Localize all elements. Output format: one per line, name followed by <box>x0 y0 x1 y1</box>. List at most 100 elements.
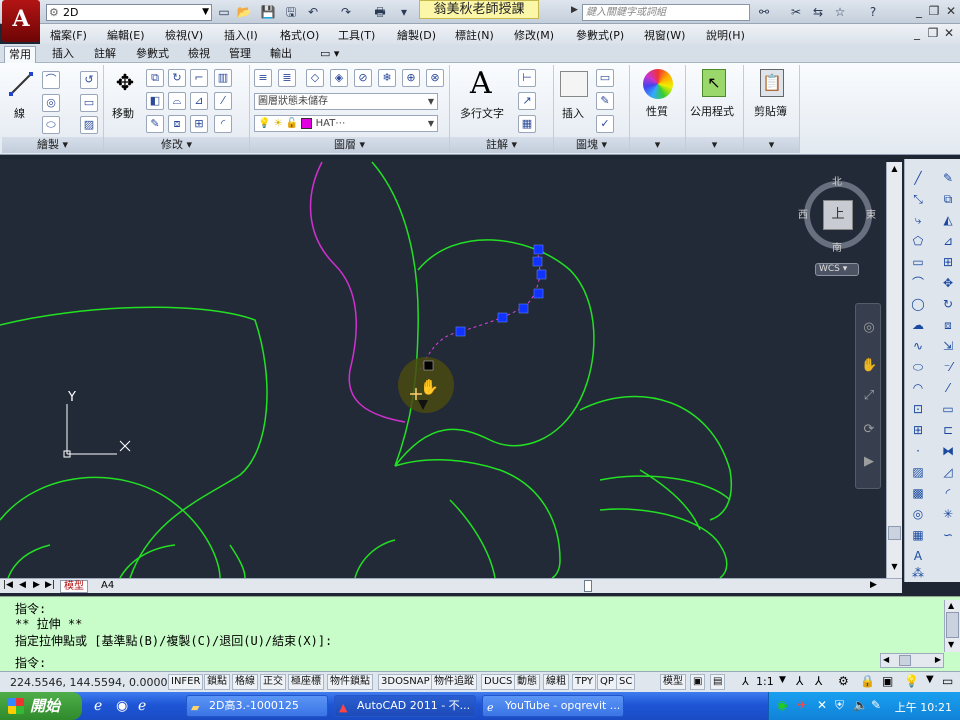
first-layout-arrow-icon[interactable]: |◀ <box>3 580 13 590</box>
command-vscroll-thumb[interactable] <box>946 612 959 638</box>
tab-options-icon[interactable]: ▭ ▾ <box>316 46 343 63</box>
viewcube[interactable]: 上 北 南 西 東 <box>798 173 876 254</box>
clipboard-label[interactable]: 剪貼簿 <box>754 103 787 119</box>
tab-home[interactable]: 常用 <box>4 46 36 63</box>
line-label[interactable]: 線 <box>14 105 25 121</box>
attribute-icon[interactable]: ✓ <box>596 115 614 133</box>
drawing-geometry[interactable]: ✋ Y <box>0 159 886 578</box>
utilities-label[interactable]: 公用程式 <box>690 103 734 119</box>
redo-icon[interactable]: ↷ <box>338 4 354 20</box>
last-layout-arrow-icon[interactable]: ▶| <box>45 580 55 590</box>
ie-icon[interactable]: ℯ <box>94 698 102 714</box>
tab-manage[interactable]: 管理 <box>225 46 255 63</box>
toggle-tpy[interactable]: TPY <box>572 674 597 690</box>
insert-block-icon[interactable]: ⊡ <box>909 400 927 418</box>
chrome-icon[interactable]: ◉ <box>116 698 128 714</box>
annotation-panel-title[interactable]: 註解 ▾ <box>450 137 553 153</box>
create-block-icon[interactable]: ▭ <box>596 69 614 87</box>
next-layout-arrow-icon[interactable]: ▶ <box>33 580 40 590</box>
tray-icon-network[interactable]: ✕ <box>817 698 827 712</box>
make-block-icon[interactable]: ⊞ <box>909 421 927 439</box>
scroll-down-arrow-icon[interactable]: ▼ <box>948 640 954 649</box>
layer-properties-icon[interactable]: ≡ <box>254 69 272 87</box>
zoom-extents-icon[interactable]: ⤢ <box>861 388 877 404</box>
drawing-canvas[interactable]: ✋ Y 上 北 南 西 東 WCS ▾ ◎ ✋ ⤢ ⟳ ▶ <box>0 159 886 578</box>
layer-states-icon[interactable]: ≣ <box>278 69 296 87</box>
compass-south[interactable]: 南 <box>832 239 842 254</box>
insert-block-icon[interactable] <box>560 71 588 97</box>
layer-state-select[interactable]: 圖層狀態未儲存 ▼ <box>254 93 438 110</box>
command-vscroll[interactable]: ▲ ▼ <box>944 600 960 652</box>
edit-block-icon[interactable]: ✎ <box>596 92 614 110</box>
stretch-icon[interactable]: ⇲ <box>939 337 957 355</box>
region-icon[interactable]: ◎ <box>909 505 927 523</box>
autocad-logo[interactable]: A <box>2 0 40 42</box>
status-menu-arrow-icon[interactable]: ▼ <box>926 674 934 685</box>
scroll-thumb[interactable] <box>888 526 901 540</box>
lock-icon[interactable]: 🔒 <box>860 674 875 688</box>
tab-model[interactable]: 模型 <box>60 580 88 593</box>
annotation-scale-value[interactable]: 1:1 <box>756 675 774 688</box>
move-icon[interactable]: ✥ <box>112 71 138 97</box>
qa-dropdown-icon[interactable]: ▾ <box>396 4 412 20</box>
grip-point[interactable] <box>533 244 544 255</box>
draw-panel-title[interactable]: 繪製 ▾ <box>2 137 103 153</box>
menu-draw[interactable]: 繪製(D) <box>397 27 436 43</box>
tab-layout-a4[interactable]: A4 <box>98 580 117 593</box>
tray-icon-security[interactable]: ⛨ <box>835 698 844 713</box>
new-file-icon[interactable]: ▭ <box>216 4 232 20</box>
viewcube-top-face[interactable]: 上 <box>823 200 853 230</box>
scale-icon[interactable]: ⧈ <box>939 316 957 334</box>
table-icon[interactable]: ▦ <box>909 526 927 544</box>
annotation-scale-icon[interactable]: ⅄ <box>742 675 749 688</box>
copy-icon[interactable]: ⧉ <box>939 190 957 208</box>
stretch-icon[interactable]: ⊿ <box>190 92 208 110</box>
taskbar-item-folder[interactable]: ▰ 2D高3.-1000125 <box>186 695 328 717</box>
clean-screen-icon[interactable]: ▭ <box>942 674 953 688</box>
expand-arrow-icon[interactable]: ▶ <box>571 5 578 15</box>
hardware-accel-icon[interactable]: ▣ <box>882 674 893 688</box>
table-icon[interactable]: ▦ <box>518 115 536 133</box>
menu-window[interactable]: 視窗(W) <box>644 27 685 43</box>
revcloud-icon[interactable]: ☁ <box>909 316 927 334</box>
tab-view[interactable]: 檢視 <box>184 46 214 63</box>
layer-unisolate-icon[interactable]: ◈ <box>330 69 348 87</box>
move-icon[interactable]: ✥ <box>939 274 957 292</box>
layer-match-icon[interactable]: ⊗ <box>426 69 444 87</box>
steering-wheel-icon[interactable]: ◎ <box>861 320 877 336</box>
workspace-select[interactable]: ⚙ 2D ▼ <box>46 4 212 21</box>
rectangle-icon[interactable]: ▭ <box>80 94 98 112</box>
scale-icon[interactable]: ✎ <box>146 115 164 133</box>
vertical-scrollbar[interactable]: ▲ ▼ <box>886 162 902 578</box>
menu-format[interactable]: 格式(O) <box>280 27 319 43</box>
doc-close-button[interactable]: ✕ <box>938 25 960 41</box>
hatch-icon[interactable]: ▨ <box>80 116 98 134</box>
wcs-menu[interactable]: WCS ▾ <box>815 263 859 276</box>
showmotion-icon[interactable]: ▶ <box>861 454 877 470</box>
toggle-polar[interactable]: 極座標 <box>288 674 324 690</box>
chamfer-icon[interactable]: ◜ <box>214 115 232 133</box>
rotate-icon[interactable]: ↻ <box>168 69 186 87</box>
spline-icon[interactable]: ∿ <box>909 337 927 355</box>
grip-point[interactable] <box>455 326 466 337</box>
menu-insert[interactable]: 插入(I) <box>224 27 258 43</box>
browser-icon[interactable]: ℯ <box>138 698 146 714</box>
tools-icon[interactable]: ✂ <box>788 4 804 20</box>
toggle-snap[interactable]: 鎖點 <box>204 674 230 690</box>
workspace-switch-icon[interactable]: ⚙ <box>838 674 849 688</box>
scroll-left-arrow-icon[interactable]: ◀ <box>883 655 889 664</box>
dimension-icon[interactable]: ⊢ <box>518 69 536 87</box>
toggle-ducs[interactable]: DUCS <box>481 674 516 690</box>
scroll-right-arrow-icon[interactable]: ▶ <box>935 655 941 664</box>
toggle-sc[interactable]: SC <box>616 674 636 690</box>
blend-icon[interactable]: ∽ <box>939 526 957 544</box>
point-icon[interactable]: · <box>909 442 927 460</box>
menu-file[interactable]: 檔案(F) <box>50 27 87 43</box>
gradient-icon[interactable]: ▩ <box>909 484 927 502</box>
scroll-up-arrow-icon[interactable]: ▲ <box>948 601 954 610</box>
leader-icon[interactable]: ↗ <box>518 92 536 110</box>
toggle-otrack[interactable]: 物件追蹤 <box>431 674 477 690</box>
isolate-objects-icon[interactable]: 💡 <box>904 674 919 688</box>
rectangle-icon[interactable]: ▭ <box>909 253 927 271</box>
join-icon[interactable]: ⧓ <box>939 442 957 460</box>
